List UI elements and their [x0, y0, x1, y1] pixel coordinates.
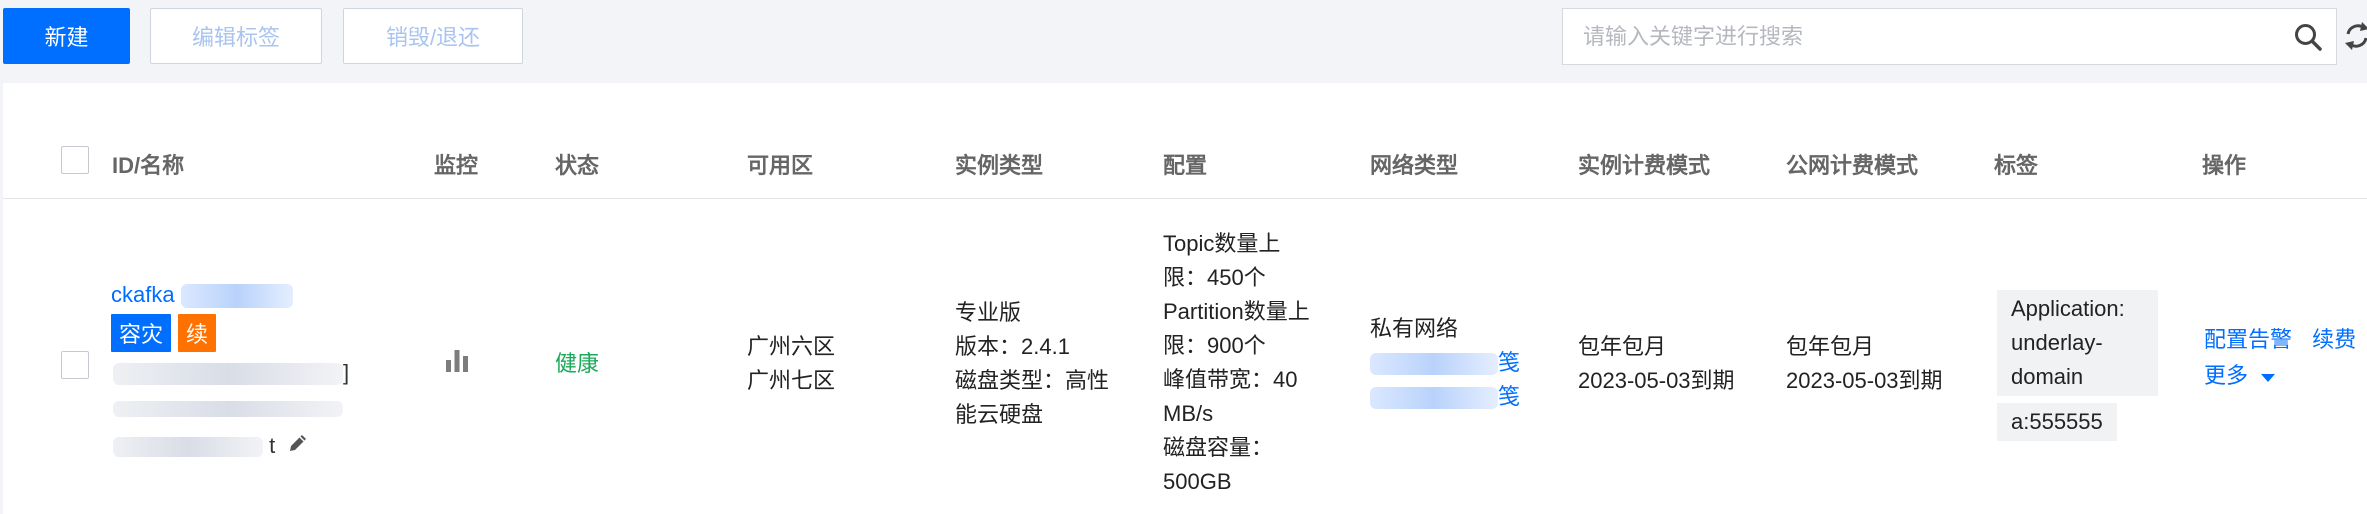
tag-chip-application: Application: underlay- domain	[1997, 290, 2158, 396]
column-header-instance-type: 实例类型	[955, 153, 1044, 178]
actions-cell: 配置告警 续费 更多	[2204, 323, 2356, 394]
redacted-remark	[113, 437, 263, 458]
instance-id: ]	[113, 356, 349, 390]
redacted-line	[113, 393, 343, 427]
new-button[interactable]: 新建	[3, 8, 130, 64]
disaster-recovery-badge: 容灾	[111, 314, 172, 352]
vpc-link[interactable]: 笺	[1370, 346, 1570, 380]
renew-badge: 续	[178, 314, 217, 352]
more-dropdown[interactable]: 更多	[2204, 359, 2356, 394]
destroy-return-button[interactable]: 销毁/退还	[343, 8, 523, 64]
search-box	[1562, 8, 2337, 65]
column-header-tags: 标签	[1994, 153, 2039, 178]
instance-badges: 容灾 续	[111, 314, 217, 352]
column-header-public-billing-mode: 公网计费模式	[1786, 153, 1919, 178]
column-header-network-type: 网络类型	[1370, 153, 1459, 178]
public-billing-mode-cell: 包年包月 2023-05-03到期	[1786, 334, 1943, 393]
config-cell: Topic数量上 限：450个 Partition数量上 限：900个 峰值带宽…	[1163, 231, 1310, 494]
caret-down-icon	[2260, 360, 2276, 394]
configure-alarm-link[interactable]: 配置告警	[2204, 327, 2292, 352]
instance-remark: t	[113, 429, 309, 464]
row-checkbox[interactable]	[61, 351, 89, 379]
column-header-monitor: 监控	[434, 153, 479, 178]
column-header-id-name[interactable]: ID/名称	[112, 148, 184, 180]
column-header-status[interactable]: 状态	[555, 148, 599, 180]
network-type-cell: 私有网络 笺 笺	[1370, 312, 1570, 414]
search-icon[interactable]	[2280, 9, 2336, 64]
billing-mode-cell: 包年包月 2023-05-03到期	[1578, 334, 1735, 393]
column-header-actions: 操作	[2202, 153, 2247, 178]
redacted-name	[180, 284, 293, 309]
column-header-zone: 可用区	[747, 153, 814, 178]
status-badge: 健康	[555, 351, 600, 376]
column-header-config: 配置	[1163, 153, 1208, 178]
instance-name-link[interactable]: ckafka	[111, 278, 361, 314]
zone-cell: 广州六区 广州七区	[747, 334, 836, 393]
instance-table: ID/名称 监控 状态 可用区 实例类型 配置 网络类型 实例计费模式 公网计费…	[3, 83, 2367, 514]
monitor-chart-icon[interactable]	[443, 346, 471, 379]
search-input[interactable]	[1563, 9, 2280, 64]
column-header-billing-mode: 实例计费模式	[1578, 153, 1711, 178]
edit-remark-icon[interactable]	[287, 430, 309, 464]
renew-link[interactable]: 续费	[2312, 327, 2356, 352]
instance-type-cell: 专业版 版本：2.4.1 磁盘类型：高性 能云硬盘	[955, 300, 1110, 427]
refresh-icon[interactable]	[2344, 20, 2367, 52]
tag-chip-a: a:555555	[1997, 403, 2117, 441]
table-header: ID/名称 监控 状态 可用区 实例类型 配置 网络类型 实例计费模式 公网计费…	[3, 83, 2367, 199]
redacted-id	[113, 363, 343, 386]
instance-name-text: ckafka	[111, 282, 175, 307]
subnet-link[interactable]: 笺	[1370, 380, 1570, 414]
toolbar: 新建 编辑标签 销毁/退还	[0, 0, 2367, 82]
select-all-checkbox[interactable]	[61, 146, 89, 174]
edit-tags-button[interactable]: 编辑标签	[150, 8, 322, 64]
